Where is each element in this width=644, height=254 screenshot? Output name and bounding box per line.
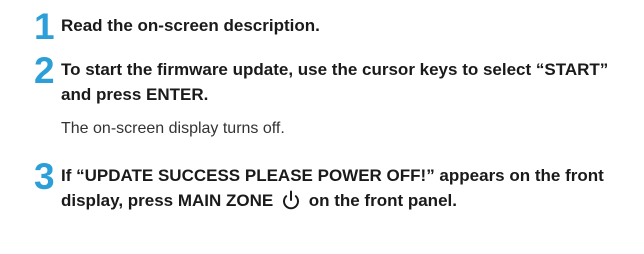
step-number: 1 [34, 6, 55, 47]
step-body: Read the on-screen description. [61, 13, 641, 38]
step-body: If “UPDATE SUCCESS PLEASE POWER OFF!” ap… [61, 163, 641, 213]
step-note: The on-screen display turns off. [61, 120, 285, 137]
step-instruction: To start the firmware update, use the cu… [61, 60, 609, 104]
power-icon [280, 190, 302, 210]
step-instruction: Read the on-screen description. [61, 16, 320, 35]
step-instruction-text-end: on the front panel. [308, 191, 457, 210]
step-instruction: If “UPDATE SUCCESS PLEASE POWER OFF!” ap… [61, 163, 641, 213]
step-number: 3 [34, 156, 55, 197]
instruction-steps: 1 Read the on-screen description. 2 To s… [0, 0, 644, 254]
step-body: To start the firmware update, use the cu… [61, 57, 641, 139]
step-number: 2 [34, 50, 55, 91]
